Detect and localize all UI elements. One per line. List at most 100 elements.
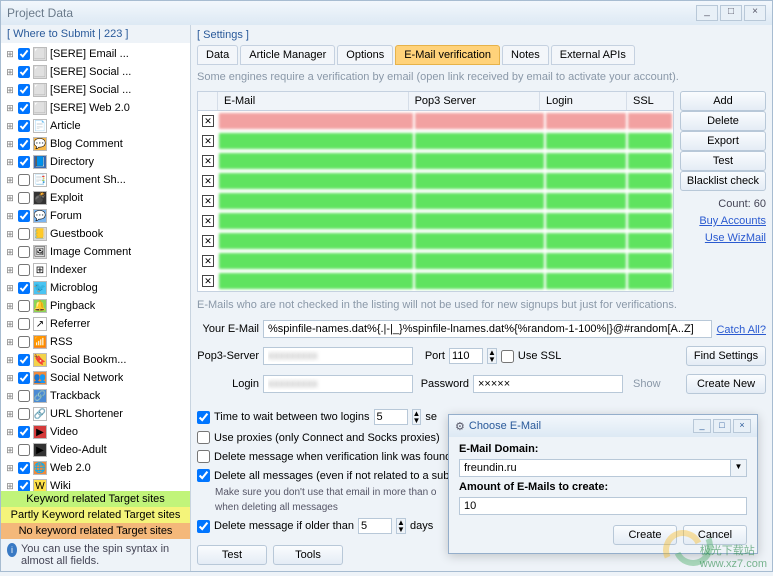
find-settings-button[interactable]: Find Settings	[686, 346, 766, 366]
row-checkbox[interactable]: ✕	[202, 255, 214, 267]
engine-checkbox[interactable]	[18, 246, 30, 258]
engine-checkbox[interactable]	[18, 336, 30, 348]
dialog-close-button[interactable]: ×	[733, 419, 751, 433]
col-email[interactable]: E-Mail	[218, 92, 409, 110]
email-domain-combo[interactable]	[459, 459, 731, 477]
tree-item[interactable]: ⊞ ⬜ [SERE] Email ...	[5, 45, 188, 63]
engine-checkbox[interactable]	[18, 480, 30, 491]
table-row[interactable]: ✕	[198, 231, 673, 251]
expander-icon[interactable]: ⊞	[5, 85, 15, 96]
engine-checkbox[interactable]	[18, 192, 30, 204]
table-row[interactable]: ✕	[198, 251, 673, 271]
close-button[interactable]: ×	[744, 5, 766, 21]
row-checkbox[interactable]: ✕	[202, 235, 214, 247]
tree-item[interactable]: ⊞ 🐦 Microblog	[5, 279, 188, 297]
create-new-button[interactable]: Create New	[686, 374, 766, 394]
tree-item[interactable]: ⊞ W Wiki	[5, 477, 188, 491]
tree-item[interactable]: ⊞ 🌐 Web 2.0	[5, 459, 188, 477]
engine-checkbox[interactable]	[18, 354, 30, 366]
tree-item[interactable]: ⊞ ⬜ [SERE] Web 2.0	[5, 99, 188, 117]
use-wizmail-link[interactable]: Use WizMail	[680, 230, 766, 244]
tools-button[interactable]: Tools	[273, 545, 343, 565]
expander-icon[interactable]: ⊞	[5, 445, 15, 456]
tree-item[interactable]: ⊞ 🔗 URL Shortener	[5, 405, 188, 423]
tree-item[interactable]: ⊞ ▶ Video-Adult	[5, 441, 188, 459]
tab-data[interactable]: Data	[197, 45, 238, 65]
pop3-input[interactable]	[263, 347, 413, 365]
tree-item[interactable]: ⊞ 📄 Article	[5, 117, 188, 135]
dialog-maximize-button[interactable]: □	[713, 419, 731, 433]
expander-icon[interactable]: ⊞	[5, 319, 15, 330]
expander-icon[interactable]: ⊞	[5, 121, 15, 132]
your-email-input[interactable]	[263, 320, 712, 338]
tree-item[interactable]: ⊞ 🔗 Trackback	[5, 387, 188, 405]
tree-item[interactable]: ⊞ ▶ Video	[5, 423, 188, 441]
tree-item[interactable]: ⊞ 📶 RSS	[5, 333, 188, 351]
use-ssl-checkbox[interactable]	[501, 350, 514, 363]
engine-checkbox[interactable]	[18, 372, 30, 384]
engine-checkbox[interactable]	[18, 210, 30, 222]
tree-item[interactable]: ⊞ 📘 Directory	[5, 153, 188, 171]
tree-item[interactable]: ⊞ 👥 Social Network	[5, 369, 188, 387]
use-proxies-checkbox[interactable]	[197, 431, 210, 444]
dialog-minimize-button[interactable]: _	[693, 419, 711, 433]
expander-icon[interactable]: ⊞	[5, 301, 15, 312]
row-checkbox[interactable]: ✕	[202, 275, 214, 287]
expander-icon[interactable]: ⊞	[5, 409, 15, 420]
expander-icon[interactable]: ⊞	[5, 463, 15, 474]
tree-item[interactable]: ⊞ 💣 Exploit	[5, 189, 188, 207]
engine-checkbox[interactable]	[18, 408, 30, 420]
expander-icon[interactable]: ⊞	[5, 391, 15, 402]
delete-on-verify-checkbox[interactable]	[197, 450, 210, 463]
expander-icon[interactable]: ⊞	[5, 157, 15, 168]
engine-checkbox[interactable]	[18, 84, 30, 96]
engine-tree[interactable]: ⊞ ⬜ [SERE] Email ...⊞ ⬜ [SERE] Social ..…	[1, 43, 190, 491]
row-checkbox[interactable]: ✕	[202, 215, 214, 227]
expander-icon[interactable]: ⊞	[5, 49, 15, 60]
tab-article-manager[interactable]: Article Manager	[240, 45, 335, 65]
expander-icon[interactable]: ⊞	[5, 67, 15, 78]
expander-icon[interactable]: ⊞	[5, 211, 15, 222]
login-input[interactable]	[263, 375, 413, 393]
row-checkbox[interactable]: ✕	[202, 155, 214, 167]
row-checkbox[interactable]: ✕	[202, 135, 214, 147]
row-checkbox[interactable]: ✕	[202, 195, 214, 207]
minimize-button[interactable]: _	[696, 5, 718, 21]
engine-checkbox[interactable]	[18, 102, 30, 114]
table-row[interactable]: ✕	[198, 211, 673, 231]
expander-icon[interactable]: ⊞	[5, 193, 15, 204]
table-row[interactable]: ✕	[198, 271, 673, 291]
row-checkbox[interactable]: ✕	[202, 115, 214, 127]
blacklist-check-button[interactable]: Blacklist check	[680, 171, 766, 191]
wait-logins-spinner-icon[interactable]: ▲▼	[412, 409, 422, 425]
email-table[interactable]: E-Mail Pop3 Server Login SSL ✕ ✕ ✕ ✕ ✕ ✕	[197, 91, 674, 292]
engine-checkbox[interactable]	[18, 444, 30, 456]
delete-older-checkbox[interactable]	[197, 520, 210, 533]
expander-icon[interactable]: ⊞	[5, 139, 15, 150]
tree-item[interactable]: ⊞ 📑 Document Sh...	[5, 171, 188, 189]
engine-checkbox[interactable]	[18, 426, 30, 438]
table-row[interactable]: ✕	[198, 131, 673, 151]
wait-logins-checkbox[interactable]	[197, 411, 210, 424]
table-row[interactable]: ✕	[198, 191, 673, 211]
catch-all-link[interactable]: Catch All?	[716, 322, 766, 336]
tree-item[interactable]: ⊞ ⊞ Indexer	[5, 261, 188, 279]
port-spinner-icon[interactable]: ▲▼	[487, 348, 497, 364]
buy-accounts-link[interactable]: Buy Accounts	[680, 213, 766, 227]
expander-icon[interactable]: ⊞	[5, 175, 15, 186]
tab-e-mail-verification[interactable]: E-Mail verification	[395, 45, 500, 65]
engine-checkbox[interactable]	[18, 174, 30, 186]
engine-checkbox[interactable]	[18, 138, 30, 150]
tab-notes[interactable]: Notes	[502, 45, 549, 65]
engine-checkbox[interactable]	[18, 300, 30, 312]
wait-logins-value[interactable]	[374, 409, 408, 425]
tree-item[interactable]: ⊞ 🖼 Image Comment	[5, 243, 188, 261]
engine-checkbox[interactable]	[18, 228, 30, 240]
expander-icon[interactable]: ⊞	[5, 427, 15, 438]
tree-item[interactable]: ⊞ 🔔 Pingback	[5, 297, 188, 315]
expander-icon[interactable]: ⊞	[5, 229, 15, 240]
show-password-link[interactable]: Show	[627, 378, 667, 390]
expander-icon[interactable]: ⊞	[5, 283, 15, 294]
table-row[interactable]: ✕	[198, 111, 673, 131]
table-row[interactable]: ✕	[198, 171, 673, 191]
